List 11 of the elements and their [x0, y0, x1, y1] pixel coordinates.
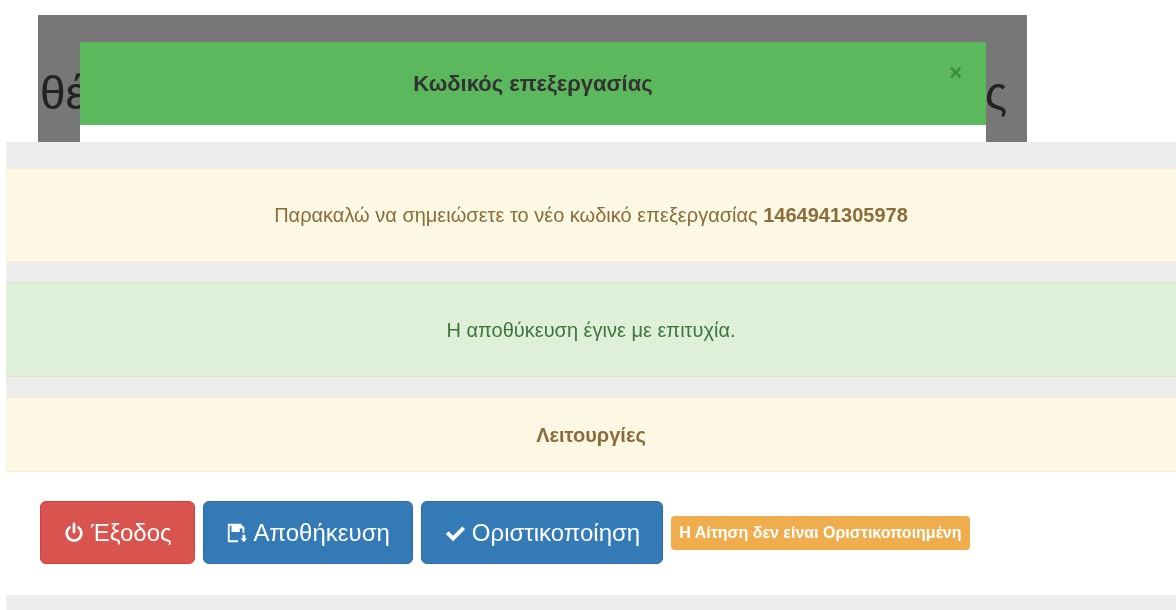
- finalize-button[interactable]: Οριστικοποίηση: [420, 501, 664, 564]
- floppy-disk-icon: [225, 521, 248, 544]
- success-text: Η αποθύκευση έγινε με επιτυχία.: [446, 317, 736, 343]
- warning-text: Παρακαλώ να σημειώσετε το νέο κωδικό επεξεργασίας 1464941305978: [274, 203, 908, 228]
- modal-title: Κωδικός επεξεργασίας: [413, 70, 653, 98]
- save-button[interactable]: Αποθήκευση: [202, 501, 413, 564]
- background-heading-text: ς: [985, 70, 1008, 116]
- panel-title: Λειτουργίες: [536, 422, 646, 448]
- status-badge: Η Αίτηση δεν είναι Οριστικοποιημένη: [671, 515, 970, 550]
- power-icon: [63, 521, 85, 544]
- exit-button[interactable]: Έξοδος: [40, 501, 195, 564]
